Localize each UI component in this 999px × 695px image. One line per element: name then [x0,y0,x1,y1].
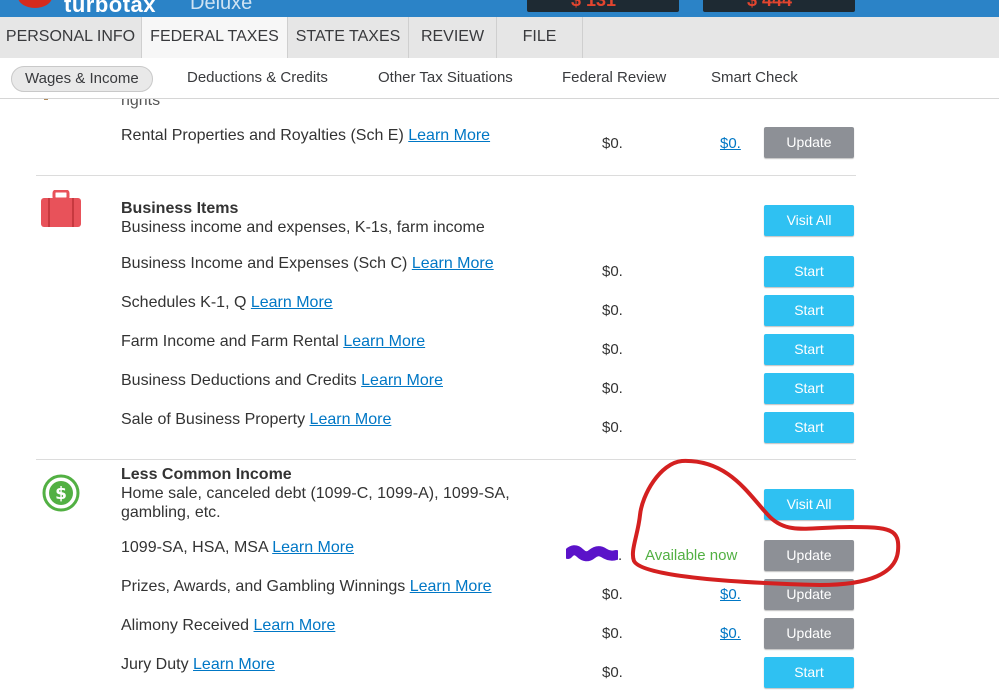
business-visit-all-button[interactable]: Visit All [764,205,854,236]
list-item: Jury Duty Learn More [121,656,275,673]
federal-refund-meter[interactable]: $ 131 [527,0,679,12]
row-amount: $0. [602,419,623,436]
state-refund-amount: $ 444 [747,0,793,10]
federal-refund-amount: $ 131 [571,0,617,10]
start-button[interactable]: Start [764,295,854,326]
learn-more-link[interactable]: Learn More [412,255,494,272]
briefcase-icon [41,190,81,227]
dollar-coin-icon: $ [42,474,80,512]
row-amount: $0. [602,263,623,280]
turbotax-logo-icon [18,0,52,8]
subnav-other-tax-situations[interactable]: Other Tax Situations [378,58,513,98]
less-common-subtitle-line2: gambling, etc. [121,504,221,521]
sub-navigation: Wages & Income Deductions & Credits Othe… [0,58,999,99]
subnav-deductions-credits[interactable]: Deductions & Credits [187,58,328,98]
rental-prior-amount-link[interactable]: $0. [720,135,741,152]
list-item: Prizes, Awards, and Gambling Winnings Le… [121,578,492,595]
row-amount: $0. [602,625,623,642]
brand-name: turbotax [64,0,156,17]
business-items-title: Business Items [121,200,239,217]
learn-more-link[interactable]: Learn More [410,578,492,595]
list-item: Alimony Received Learn More [121,617,336,634]
list-item: 1099-SA, HSA, MSA Learn More [121,539,355,556]
svg-text:$: $ [55,484,67,504]
start-button[interactable]: Start [764,412,854,443]
tab-review[interactable]: REVIEW [409,17,497,58]
rental-learn-more-link[interactable]: Learn More [408,127,490,144]
learn-more-link[interactable]: Learn More [343,333,425,350]
less-common-title: Less Common Income [121,466,292,483]
rental-update-button[interactable]: Update [764,127,854,158]
business-items-subtitle: Business income and expenses, K-1s, farm… [121,219,485,236]
partial-section-icon [44,99,48,100]
learn-more-link[interactable]: Learn More [310,411,392,428]
start-button[interactable]: Start [764,256,854,287]
state-refund-meter[interactable]: $ 444 [703,0,855,12]
row-amount: $0. [602,664,623,681]
list-item: Farm Income and Farm Rental Learn More [121,333,426,350]
rental-amount: $0. [602,135,623,152]
rental-row-label: Rental Properties and Royalties (Sch E) … [121,127,491,144]
start-button[interactable]: Start [764,334,854,365]
main-tabs: PERSONAL INFO FEDERAL TAXES STATE TAXES … [0,17,999,59]
start-button[interactable]: Start [764,657,854,688]
less-common-subtitle-line1: Home sale, canceled debt (1099-C, 1099-A… [121,485,510,502]
row-amount: $0. [602,302,623,319]
section-divider [36,175,856,176]
subnav-smart-check[interactable]: Smart Check [711,58,798,98]
tab-personal-info[interactable]: PERSONAL INFO [0,17,142,58]
subnav-federal-review[interactable]: Federal Review [562,58,666,98]
list-item: Schedules K-1, Q Learn More [121,294,333,311]
redaction-scribble [566,545,618,562]
list-item: Business Deductions and Credits Learn Mo… [121,372,443,389]
learn-more-link[interactable]: Learn More [272,539,354,556]
learn-more-link[interactable]: Learn More [361,372,443,389]
start-button[interactable]: Start [764,373,854,404]
annotation-circle [630,458,901,587]
prior-amount-link[interactable]: $0. [720,625,741,642]
brand-bar: turbotax Deluxe $ 131 $ 444 [0,0,999,17]
partial-subtitle: rights [121,99,161,109]
list-item: Sale of Business Property Learn More [121,411,392,428]
list-item: Business Income and Expenses (Sch C) Lea… [121,255,494,272]
tab-state-taxes[interactable]: STATE TAXES [288,17,409,58]
tab-federal-taxes[interactable]: FEDERAL TAXES [142,17,288,58]
brand-edition: Deluxe [190,0,253,14]
learn-more-link[interactable]: Learn More [254,617,336,634]
learn-more-link[interactable]: Learn More [251,294,333,311]
update-button[interactable]: Update [764,618,854,649]
income-topics-list: rights Rental Properties and Royalties (… [0,99,999,695]
tab-file[interactable]: FILE [497,17,583,58]
row-amount: $0. [602,380,623,397]
subnav-wages-income[interactable]: Wages & Income [11,66,153,92]
row-amount: $0. [602,341,623,358]
learn-more-link[interactable]: Learn More [193,656,275,673]
